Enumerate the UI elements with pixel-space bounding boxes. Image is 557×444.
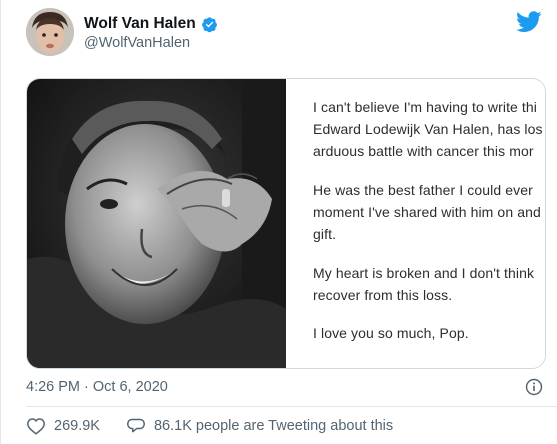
card-border [0, 0, 1, 444]
notes-app-text: I can't believe I'm having to write thi … [286, 79, 545, 368]
note-line: Edward Lodewijk Van Halen, has los [313, 121, 543, 137]
photo-portrait[interactable] [27, 79, 286, 368]
user-handle[interactable]: @WolfVanHalen [84, 35, 190, 51]
note-line: I can't believe I'm having to write thi [313, 99, 538, 115]
divider [26, 406, 557, 407]
like-count: 269.9K [54, 418, 100, 434]
note-line: recover from this loss. [313, 287, 453, 303]
author-name-row[interactable]: Wolf Van Halen [84, 15, 218, 33]
like-button[interactable]: 269.9K [26, 417, 100, 435]
note-line: My heart is broken and I don't think [313, 265, 535, 281]
twitter-bird-icon[interactable] [516, 11, 542, 33]
display-name[interactable]: Wolf Van Halen [84, 15, 196, 33]
note-line: gift. [313, 226, 337, 242]
note-line: I love you so much, Pop. [313, 325, 469, 341]
tweet-timestamp[interactable]: 4:26 PM · Oct 6, 2020 [26, 379, 168, 395]
note-line: He was the best father I could ever [313, 182, 533, 198]
tweet-card: Wolf Van Halen @WolfVanHalen I can't bel… [0, 0, 557, 444]
info-icon[interactable] [525, 378, 543, 396]
speech-bubble-icon [126, 417, 146, 435]
tweeting-about-text: 86.1K people are Tweeting about this [153, 418, 394, 434]
note-line: arduous battle with cancer this mor [313, 143, 534, 159]
tweet-actions: 269.9K 86.1K people are Tweeting about t… [26, 417, 393, 435]
conversation-link[interactable]: 86.1K people are Tweeting about this [126, 417, 393, 435]
avatar[interactable] [26, 8, 74, 56]
heart-icon [26, 417, 46, 435]
note-line: moment I've shared with him on and [313, 204, 541, 220]
verified-badge-icon [201, 16, 218, 33]
tweet-media[interactable]: I can't believe I'm having to write thi … [26, 78, 546, 369]
